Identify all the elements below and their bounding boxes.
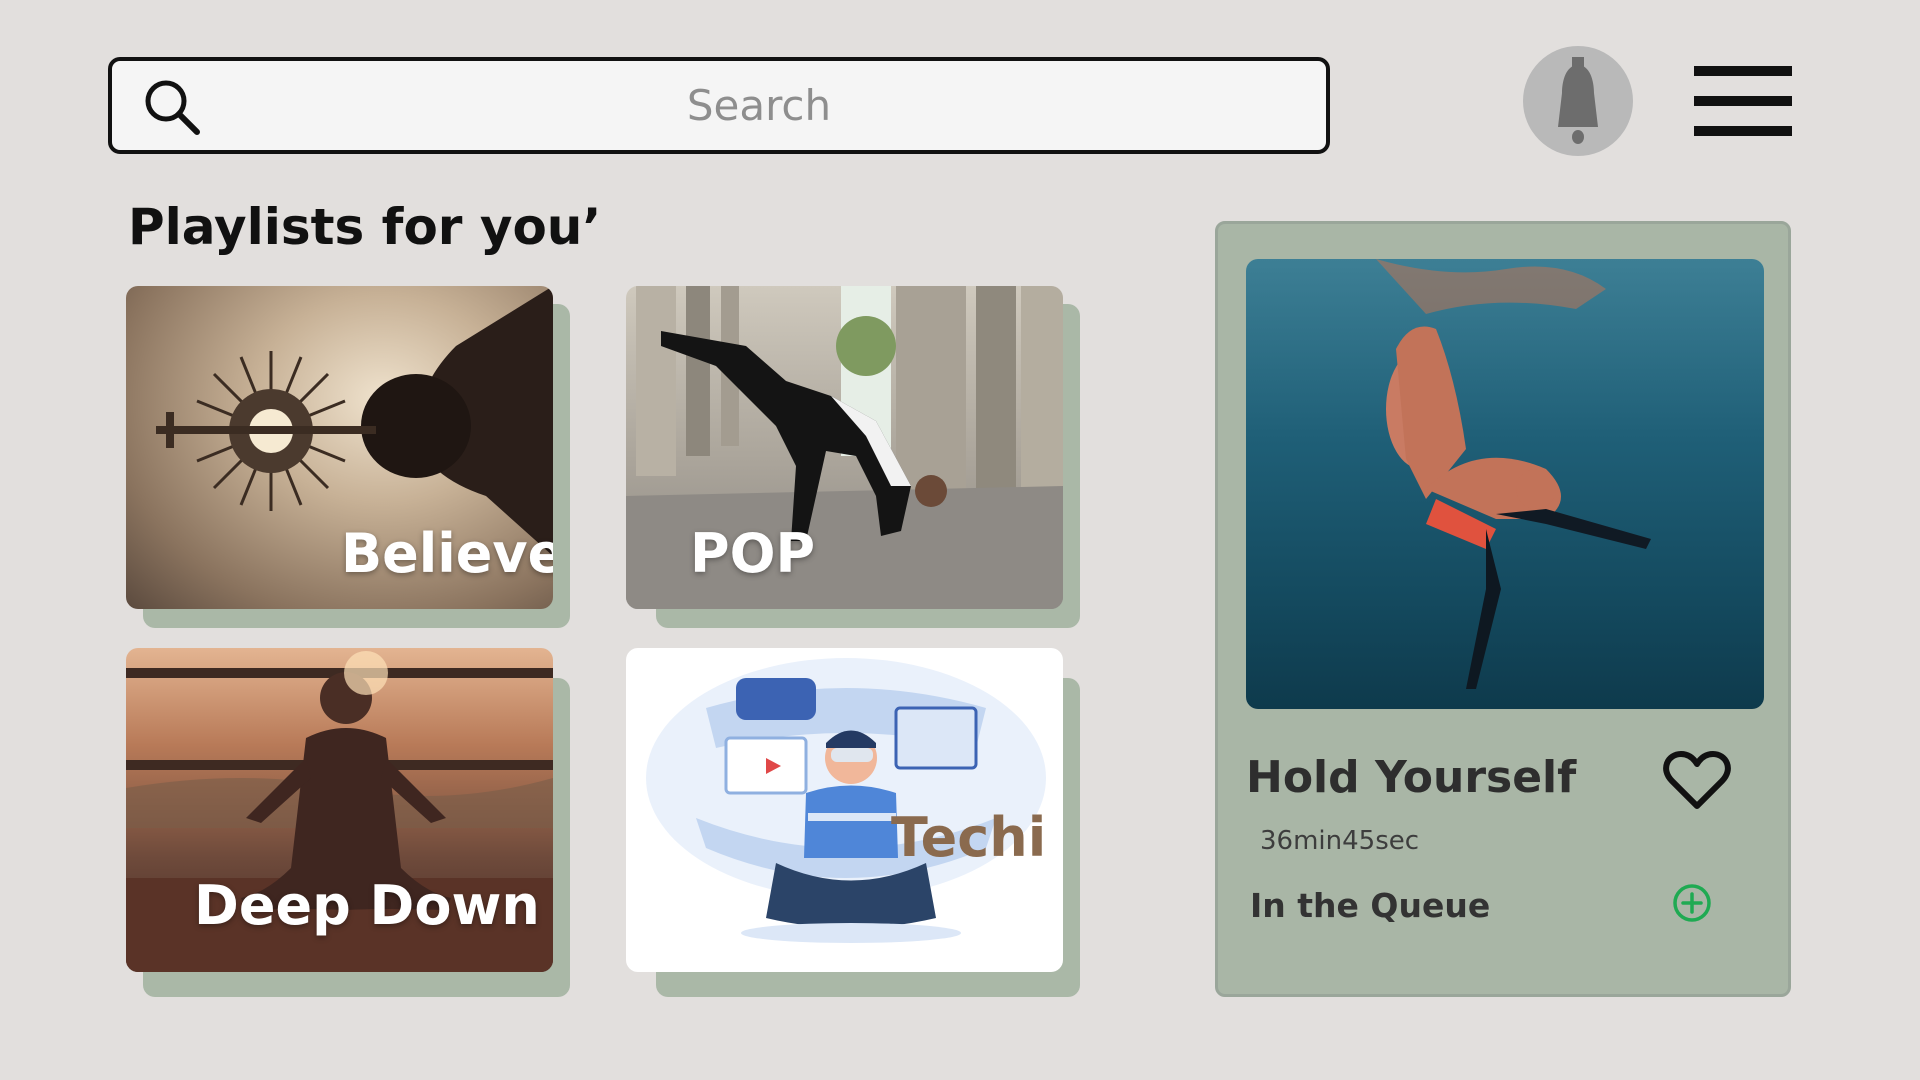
- playlist-card-label: Deep Down: [194, 874, 540, 937]
- heart-icon[interactable]: [1662, 750, 1732, 812]
- bell-icon: [1558, 57, 1598, 144]
- underwater-swimmer-photo: [1246, 259, 1764, 709]
- playlist-card-label: Believe: [341, 522, 553, 585]
- meditation-sunset-photo: Deep Down: [126, 648, 553, 972]
- now-playing-panel: Hold Yourself 36min45sec In the Queue: [1215, 221, 1791, 997]
- monstrance-photo: Believe: [126, 286, 553, 609]
- search-icon[interactable]: [142, 77, 202, 137]
- plus-circle-icon[interactable]: [1671, 882, 1713, 924]
- song-title: Hold Yourself: [1246, 752, 1577, 803]
- menu-button[interactable]: [1694, 64, 1792, 136]
- playlist-card-label: POP: [690, 522, 816, 585]
- notification-button[interactable]: [1523, 46, 1633, 156]
- playlist-card-label: Techi: [891, 806, 1047, 869]
- breakdancer-photo: POP: [626, 286, 1063, 609]
- song-duration: 36min45sec: [1260, 826, 1420, 856]
- vr-tech-illustration: Techi: [626, 648, 1063, 972]
- search-input[interactable]: [222, 69, 1296, 142]
- queue-label: In the Queue: [1250, 886, 1491, 925]
- section-title: Playlists for you’: [128, 198, 602, 256]
- search-bar[interactable]: [108, 57, 1330, 154]
